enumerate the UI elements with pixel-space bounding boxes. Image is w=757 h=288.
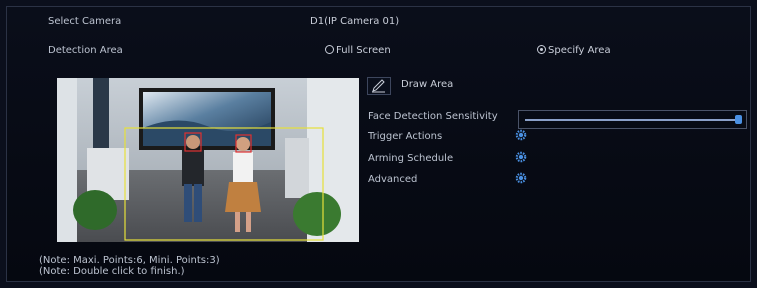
draw-area-label: Draw Area (401, 79, 454, 90)
draw-area-button[interactable] (367, 77, 391, 95)
select-camera-label: Select Camera (48, 16, 122, 27)
note-finish: (Note: Double click to finish.) (39, 266, 185, 277)
arming-schedule-gear-icon[interactable] (515, 151, 527, 163)
trigger-actions-label: Trigger Actions (368, 131, 443, 142)
pencil-icon (372, 79, 385, 93)
note-points: (Note: Maxi. Points:6, Mini. Points:3) (39, 255, 220, 266)
camera-scene (57, 78, 359, 242)
specify-area-option[interactable]: Specify Area (537, 45, 611, 56)
trigger-actions-gear-icon[interactable] (515, 129, 527, 141)
face-detection-panel: Select Camera D1(IP Camera 01) Detection… (6, 6, 751, 282)
specify-area-label: Specify Area (548, 45, 611, 56)
full-screen-radio[interactable] (325, 45, 334, 54)
sensitivity-slider[interactable] (518, 110, 747, 129)
arming-schedule-label: Arming Schedule (368, 153, 454, 164)
full-screen-option[interactable]: Full Screen (325, 45, 391, 56)
advanced-gear-icon[interactable] (515, 172, 527, 184)
sensitivity-slider-thumb[interactable] (735, 115, 742, 124)
camera-select[interactable]: D1(IP Camera 01) (310, 16, 399, 27)
sensitivity-label: Face Detection Sensitivity (368, 111, 498, 122)
detection-area-label: Detection Area (48, 45, 123, 56)
full-screen-label: Full Screen (336, 45, 391, 56)
camera-preview[interactable] (57, 78, 359, 242)
sensitivity-slider-track (525, 119, 738, 121)
specify-area-radio[interactable] (537, 45, 546, 54)
advanced-label: Advanced (368, 174, 418, 185)
